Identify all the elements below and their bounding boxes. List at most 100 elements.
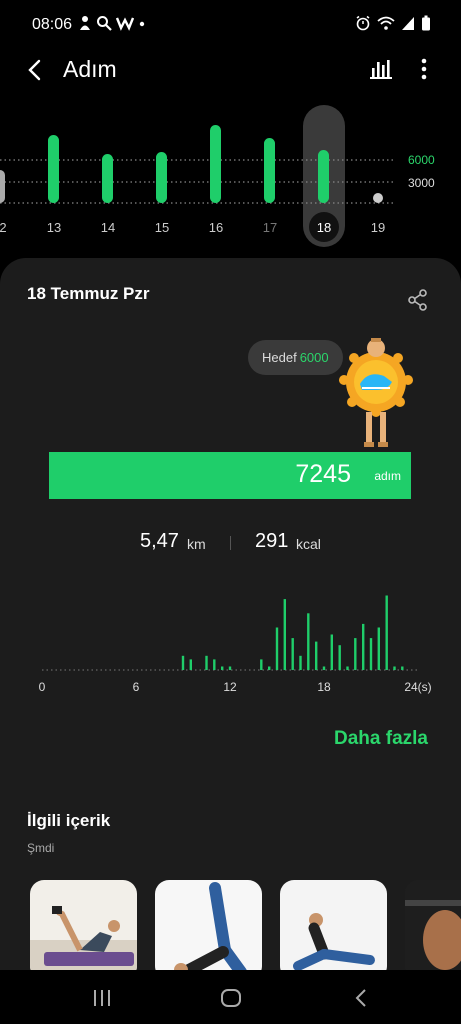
- calories-unit: kcal: [296, 536, 321, 552]
- day-bar-13[interactable]: [48, 135, 59, 203]
- wifi-icon: [377, 16, 395, 30]
- hour-tick-label: 0: [39, 680, 46, 694]
- recents-icon: [94, 990, 110, 1006]
- day-label: 15: [155, 220, 169, 235]
- alarm-icon: [356, 15, 370, 31]
- share-icon: [408, 289, 427, 311]
- recents-button[interactable]: [90, 986, 114, 1010]
- day-label: 13: [47, 220, 61, 235]
- hour-tick-label: 18: [317, 680, 331, 694]
- hourly-bar: [385, 595, 388, 670]
- goal-bubble: Hedef 6000: [248, 340, 343, 375]
- dot-icon: [139, 21, 145, 27]
- card-date: 18 Temmuz Pzr: [27, 284, 150, 303]
- related-thumb-1[interactable]: [30, 880, 137, 970]
- home-button[interactable]: [219, 986, 243, 1010]
- ref-line-label-3000: 3000: [408, 176, 435, 190]
- hourly-bar: [307, 613, 310, 670]
- home-icon: [221, 989, 241, 1007]
- hourly-bar: [181, 655, 185, 670]
- calories-value: 291: [255, 530, 289, 552]
- stats-divider: [230, 536, 231, 550]
- related-thumb-3[interactable]: [280, 880, 387, 970]
- more-link[interactable]: Daha fazla: [334, 728, 428, 750]
- hourly-bar: [330, 634, 333, 670]
- day-label-selected: 18: [317, 220, 331, 235]
- system-nav-bar: [0, 970, 461, 1024]
- hourly-bar: [291, 638, 294, 670]
- related-thumb-4[interactable]: [405, 880, 461, 970]
- related-content-subtitle: Şmdi: [27, 841, 55, 855]
- app-bar: Adım: [0, 48, 461, 92]
- hourly-bar: [354, 638, 357, 670]
- day-bar-prev[interactable]: [0, 170, 5, 203]
- more-vert-icon: [421, 58, 427, 80]
- status-right-icons: [355, 15, 431, 31]
- day-bar-19[interactable]: [373, 193, 383, 203]
- day-bar-18[interactable]: [318, 150, 329, 203]
- hourly-bar: [315, 641, 318, 670]
- day-label: 17: [263, 220, 277, 235]
- day-bar-17[interactable]: [264, 138, 275, 203]
- hourly-bar: [228, 666, 232, 670]
- signal-icon: [402, 17, 414, 30]
- stats-row: 5,47 km 291 kcal: [0, 530, 461, 560]
- day-bar-14[interactable]: [102, 154, 113, 203]
- share-button[interactable]: [406, 288, 430, 312]
- day-label: 16: [209, 220, 223, 235]
- hourly-bar: [346, 666, 349, 670]
- distance-value: 5,47: [140, 530, 179, 552]
- related-content-carousel: [0, 880, 461, 970]
- workout-image: [30, 906, 137, 970]
- hourly-bar: [221, 666, 224, 670]
- status-bar: 08:06: [0, 0, 461, 48]
- back-arrow-icon: [28, 59, 41, 81]
- hourly-bar: [338, 645, 341, 670]
- trends-button[interactable]: [368, 56, 394, 82]
- day-label: 19: [371, 220, 385, 235]
- hourly-bar: [377, 627, 380, 670]
- hour-tick-label: 12: [223, 680, 237, 694]
- hourly-bar: [268, 666, 271, 670]
- hourly-bar: [299, 655, 302, 670]
- back-nav-button[interactable]: [350, 986, 374, 1010]
- workout-image: [174, 882, 247, 970]
- daily-detail-card: 18 Temmuz Pzr Hedef 6000 7245 adım 5,47 …: [0, 258, 461, 970]
- hourly-bar: [260, 659, 263, 670]
- bar-chart-icon: [370, 60, 392, 79]
- day-bar-16[interactable]: [210, 125, 221, 203]
- steps-value: 7245: [295, 460, 351, 488]
- hourly-bar: [401, 666, 404, 670]
- workout-image: [405, 880, 461, 970]
- day-bar-15[interactable]: [156, 152, 167, 203]
- related-content-title: İlgili içerik: [27, 811, 111, 830]
- hourly-bar: [275, 627, 279, 670]
- back-nav-icon: [355, 989, 366, 1007]
- back-button[interactable]: [22, 56, 50, 84]
- related-thumb-2[interactable]: [155, 880, 262, 970]
- weekly-steps-chart: 6000 3000 2 13 14 15 16 17 18 19: [0, 100, 461, 250]
- hourly-bar: [205, 655, 208, 670]
- steps-unit: adım: [374, 469, 401, 483]
- day-label: 2: [0, 220, 7, 235]
- weekly-chart-svg: 6000 3000 2 13 14 15 16 17 18 19: [0, 105, 435, 247]
- hourly-bar: [283, 599, 286, 670]
- battery-icon: [422, 15, 430, 31]
- status-time: 08:06: [32, 16, 73, 33]
- page-title: Adım: [63, 56, 117, 82]
- person-icon: [80, 16, 90, 30]
- hourly-bar: [189, 659, 192, 670]
- workout-image: [293, 913, 375, 970]
- steps-progress-bar: 7245 adım: [49, 452, 411, 499]
- distance-unit: km: [187, 536, 206, 552]
- hour-tick-label: 6: [133, 680, 140, 694]
- hourly-bar: [393, 666, 396, 670]
- goal-value: 6000: [299, 350, 329, 365]
- goal-label: Hedef: [262, 350, 297, 365]
- more-options-button[interactable]: [414, 56, 434, 82]
- day-label: 14: [101, 220, 115, 235]
- hour-tick-label: 24(s): [404, 680, 431, 694]
- hourly-bar: [322, 666, 326, 670]
- ref-line-label-6000: 6000: [408, 153, 435, 167]
- search-icon: [97, 16, 112, 31]
